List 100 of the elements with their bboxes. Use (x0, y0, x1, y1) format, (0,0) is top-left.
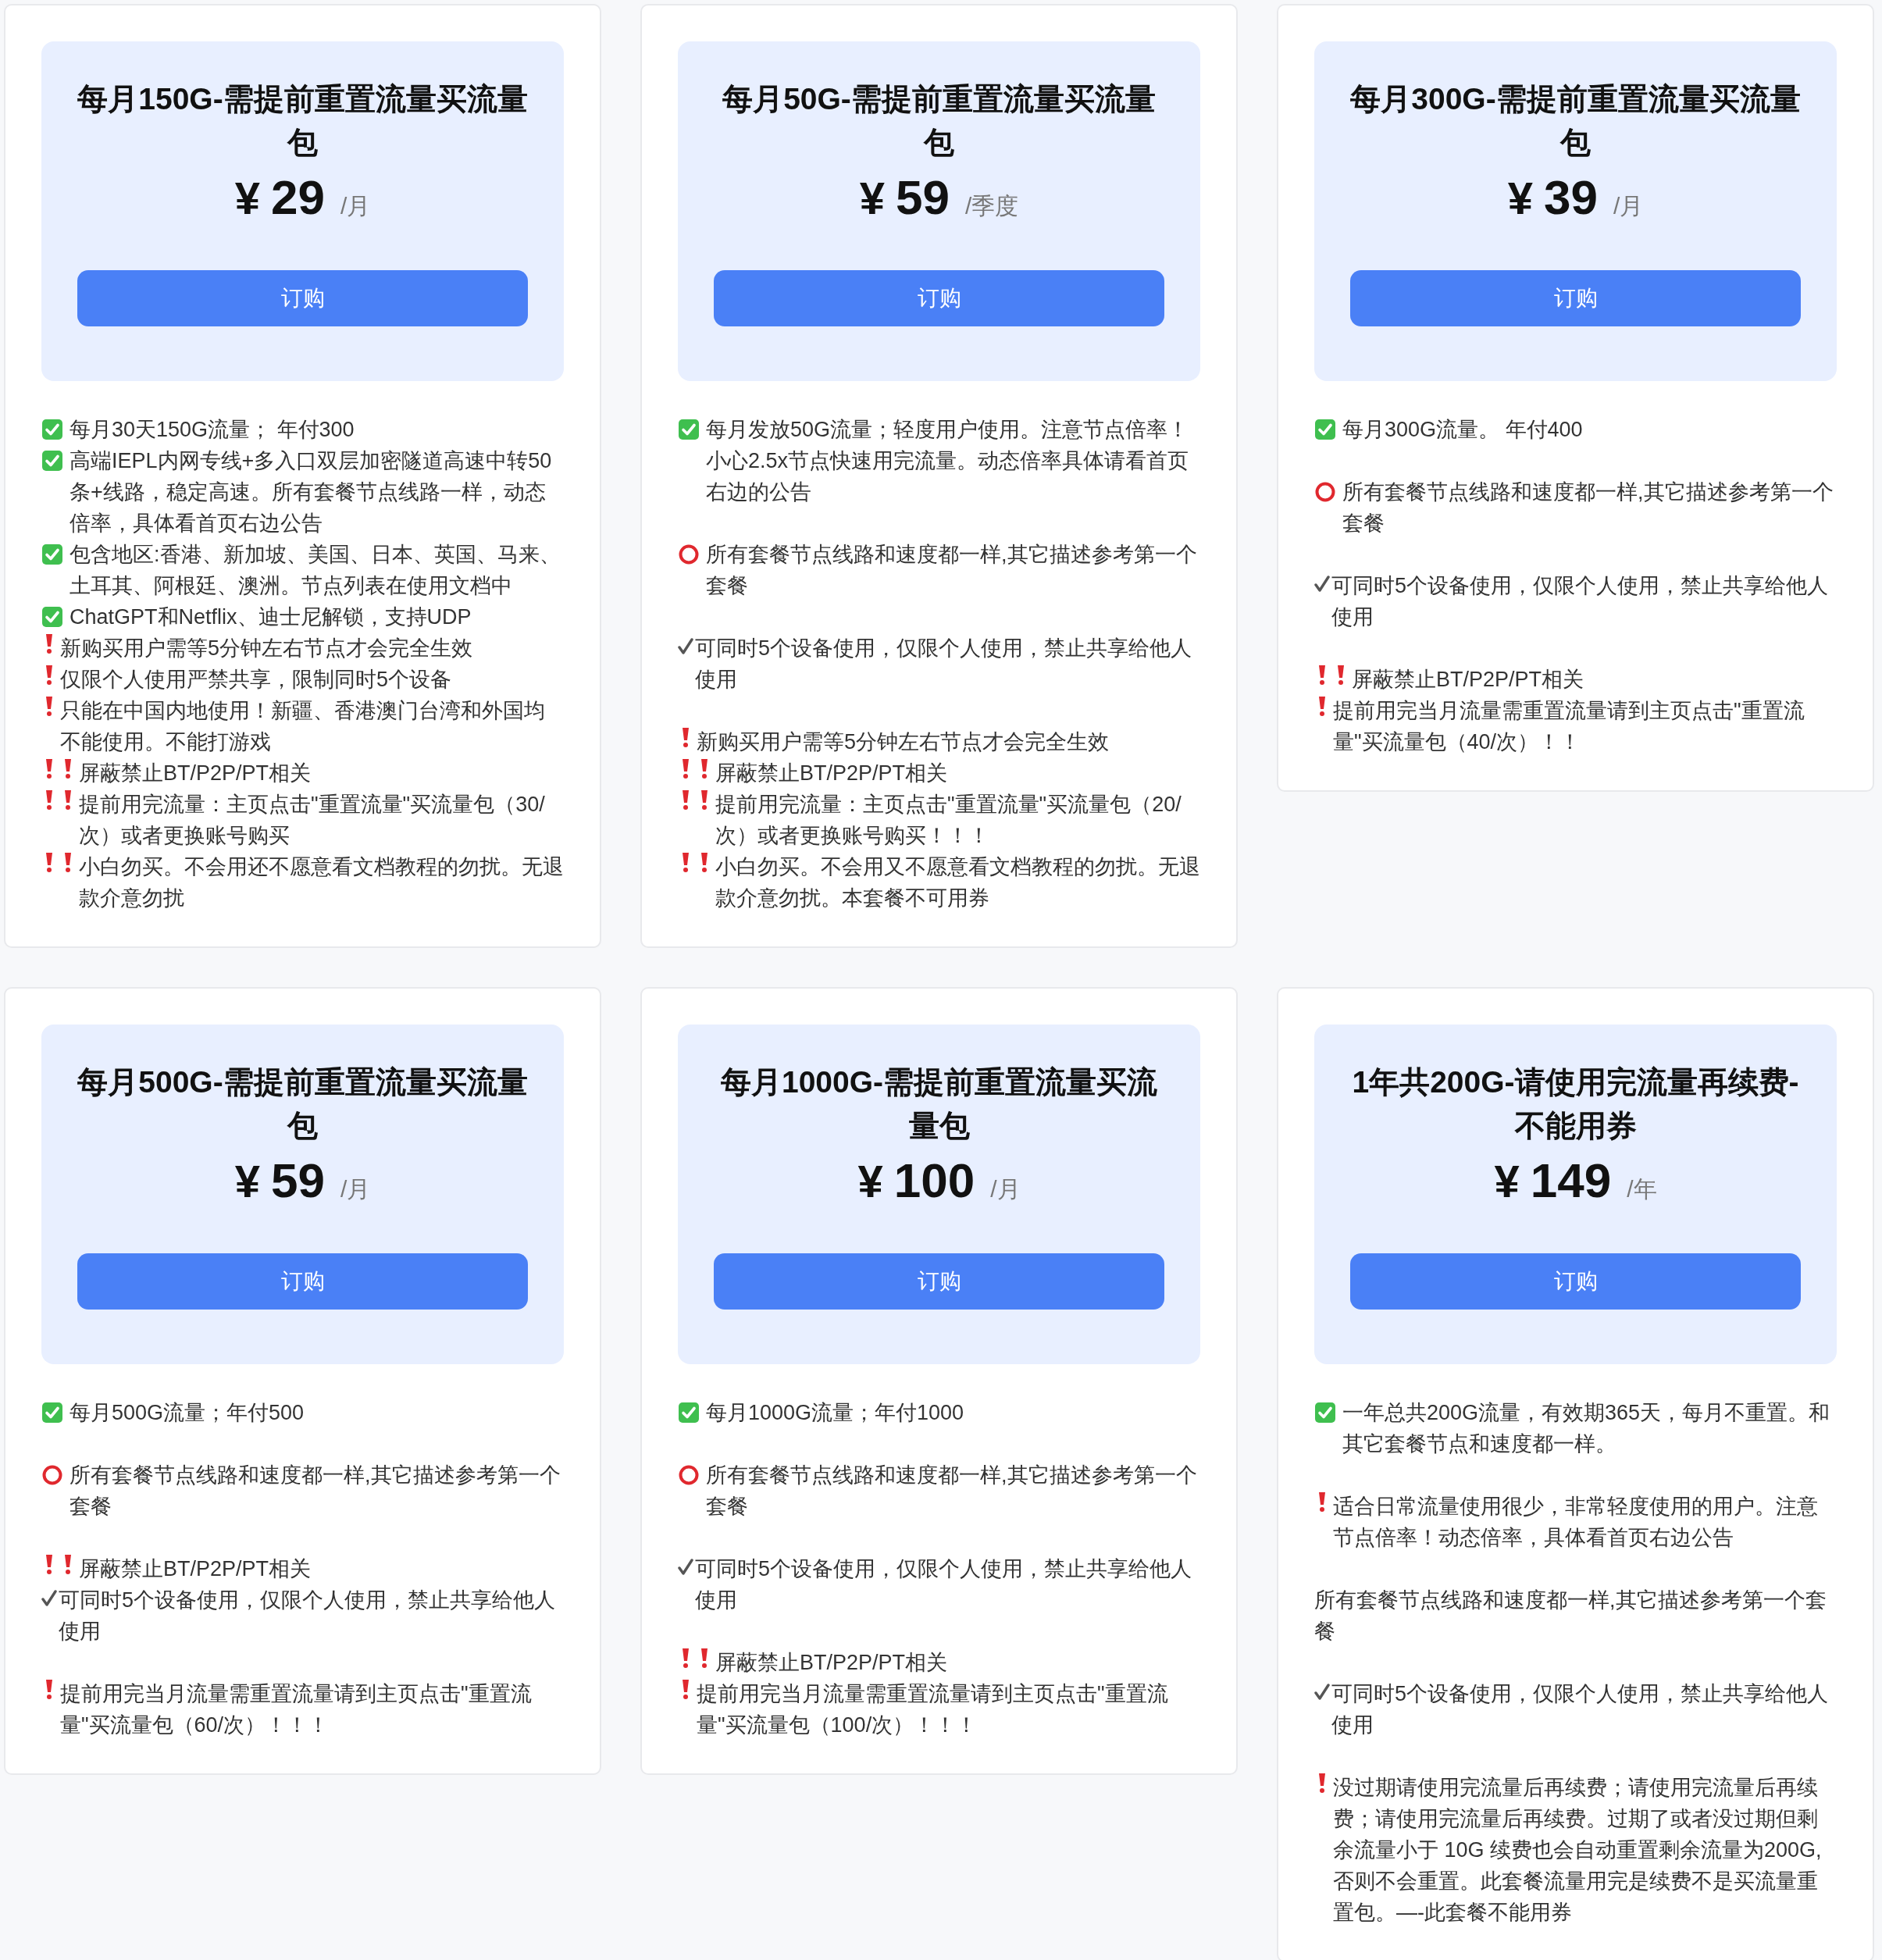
currency-symbol: ¥ (857, 1155, 883, 1208)
exclamation-icon (63, 1553, 73, 1575)
feature-text: 所有套餐节点线路和速度都一样,其它描述参考第一个套餐 (706, 542, 1198, 599)
order-button[interactable]: 订购 (714, 1253, 1164, 1310)
exclamation-icon (45, 757, 54, 779)
plan-title: 每月300G-需提前重置流量买流量包 (1350, 81, 1801, 161)
exclamation-icon (700, 757, 709, 779)
feature-text: 仅限个人使用严禁共享，限制同时5个设备 (60, 667, 453, 693)
order-button[interactable]: 订购 (1350, 1253, 1801, 1310)
price-amount: 39 (1543, 169, 1598, 226)
exclamation-icon (681, 757, 690, 779)
exclamation-icon (45, 851, 54, 873)
feature-text: 屏蔽禁止BT/P2P/PT相关 (1352, 667, 1585, 693)
feature-text: 所有套餐节点线路和速度都一样,其它描述参考第一个套餐 (706, 1463, 1198, 1520)
feature-text: 适合日常流量使用很少，非常轻度使用的用户。注意节点倍率！动态倍率，具体看首页右边公告 (1333, 1494, 1819, 1551)
feature-text: ChatGPT和Netflix、迪士尼解锁，支持UDP (70, 604, 472, 630)
exclamation-icon (700, 789, 709, 811)
feature-text: 屏蔽禁止BT/P2P/PT相关 (715, 1650, 949, 1676)
check-icon (41, 1589, 57, 1608)
feature-text: 每月30天150G流量； 年付300 (70, 417, 355, 443)
exclamation-icon (63, 757, 73, 779)
exclamation-icon (1317, 695, 1327, 717)
feature-text: 提前用完当月流量需重置流量请到主页点击"重置流量"买流量包（40/次）！！ (1333, 698, 1805, 755)
checkbox-icon (1314, 1402, 1336, 1424)
price-amount: 29 (270, 169, 325, 226)
feature-text: 每月300G流量。 年付400 (1342, 417, 1584, 443)
feature-text: 所有套餐节点线路和速度都一样,其它描述参考第一个套餐 (70, 1463, 561, 1520)
exclamation-icon (681, 851, 690, 873)
feature-text: 可同时5个设备使用，仅限个人使用，禁止共享给他人使用 (695, 1556, 1193, 1613)
exclamation-icon (63, 789, 73, 811)
checkbox-icon (41, 450, 63, 472)
exclamation-icon (45, 695, 54, 717)
currency-symbol: ¥ (1494, 1155, 1520, 1208)
feature-text: 一年总共200G流量，有效期365天，每月不重置。和其它套餐节点和速度都一样。 (1342, 1400, 1831, 1457)
plan-title: 每月50G-需提前重置流量买流量包 (722, 81, 1157, 161)
checkbox-icon (1314, 419, 1336, 440)
exclamation-icon (681, 1647, 690, 1669)
order-button[interactable]: 订购 (1350, 270, 1801, 326)
checkbox-icon (41, 419, 63, 440)
exclamation-icon (681, 726, 690, 748)
feature-text: 屏蔽禁止BT/P2P/PT相关 (79, 1556, 312, 1582)
price-period: /年 (1627, 1175, 1657, 1203)
feature-text: 屏蔽禁止BT/P2P/PT相关 (715, 761, 949, 786)
plan-title: 1年共200G-请使用完流量再续费-不能用券 (1351, 1064, 1800, 1144)
order-button[interactable]: 订购 (77, 1253, 528, 1310)
price-period: /月 (340, 1175, 371, 1203)
exclamation-icon (45, 633, 54, 654)
exclamation-icon (45, 664, 54, 686)
checkbox-icon (41, 606, 63, 628)
order-button[interactable]: 订购 (77, 270, 528, 326)
feature-text: 只能在中国内地使用！新疆、香港澳门台湾和外国均不能使用。不能打游戏 (60, 698, 546, 755)
exclamation-icon (700, 1647, 709, 1669)
exclamation-icon (681, 789, 690, 811)
price-period: /月 (990, 1175, 1021, 1203)
currency-symbol: ¥ (234, 1155, 260, 1208)
price-amount: 59 (270, 1153, 325, 1209)
feature-text: 小白勿买。不会用还不愿意看文档教程的勿扰。无退款介意勿扰 (79, 854, 564, 911)
exclamation-icon (1336, 664, 1346, 686)
price-period: /月 (1613, 192, 1644, 220)
currency-symbol: ¥ (859, 172, 885, 225)
check-icon (1314, 1683, 1330, 1702)
currency-symbol: ¥ (1507, 172, 1533, 225)
plan-title: 每月1000G-需提前重置流量买流量包 (719, 1064, 1159, 1144)
ring-icon (678, 543, 700, 565)
checkbox-icon (41, 1402, 63, 1424)
feature-text: 可同时5个设备使用，仅限个人使用，禁止共享给他人使用 (59, 1588, 557, 1645)
feature-text: 提前用完当月流量需重置流量请到主页点击"重置流量"买流量包（60/次）！！！ (60, 1681, 533, 1738)
price-period: /月 (340, 192, 371, 220)
feature-text: 每月500G流量；年付500 (70, 1400, 305, 1426)
exclamation-icon (45, 789, 54, 811)
checkbox-icon (678, 1402, 700, 1424)
feature-text: 提前用完当月流量需重置流量请到主页点击"重置流量"买流量包（100/次）！！！ (697, 1681, 1169, 1738)
feature-text: 所有套餐节点线路和速度都一样,其它描述参考第一个套餐 (1314, 1588, 1827, 1645)
feature-text: 新购买用户需等5分钟左右节点才会完全生效 (60, 636, 474, 661)
feature-text: 所有套餐节点线路和速度都一样,其它描述参考第一个套餐 (1342, 479, 1834, 536)
feature-text: 包含地区:香港、新加坡、美国、日本、英国、马来、土耳其、阿根廷、澳洲。节点列表在使用文档中 (70, 542, 561, 599)
check-icon (678, 1558, 693, 1577)
ring-icon (1314, 481, 1336, 503)
exclamation-icon (1317, 664, 1327, 686)
feature-text: 可同时5个设备使用，仅限个人使用，禁止共享给他人使用 (1331, 1681, 1830, 1738)
feature-text: 没过期请使用完流量后再续费；请使用完流量后再续费；请使用完流量后再续费。过期了或者没过期但剩余流量小于 10G 续费也会自动重置剩余流量为200G,否则不会重置。此套餐流量用完是续费不是买流量重置包。—-此套餐不能用券 (1333, 1775, 1823, 1926)
ring-icon (678, 1464, 700, 1486)
ring-icon (41, 1464, 63, 1486)
exclamation-icon (45, 1678, 54, 1700)
feature-text: 每月发放50G流量；轻度用户使用。注意节点倍率！小心2.5x节点快速用完流量。动态倍率具体请看首页右边的公告 (706, 417, 1190, 505)
feature-text: 提前用完流量：主页点击"重置流量"买流量包（30/次）或者更换账号购买 (79, 792, 546, 849)
price-amount: 100 (893, 1153, 975, 1209)
feature-text: 小白勿买。不会用又不愿意看文档教程的勿扰。无退款介意勿扰。本套餐不可用券 (715, 854, 1200, 911)
feature-text: 屏蔽禁止BT/P2P/PT相关 (79, 761, 312, 786)
currency-symbol: ¥ (234, 172, 260, 225)
price-amount: 149 (1530, 1153, 1612, 1209)
feature-text: 可同时5个设备使用，仅限个人使用，禁止共享给他人使用 (695, 636, 1193, 693)
feature-text: 新购买用户需等5分钟左右节点才会完全生效 (697, 729, 1110, 755)
feature-text: 每月1000G流量；年付1000 (706, 1400, 965, 1426)
plan-title: 每月150G-需提前重置流量买流量包 (77, 81, 528, 161)
checkbox-icon (678, 419, 700, 440)
exclamation-icon (700, 851, 709, 873)
exclamation-icon (63, 851, 73, 873)
check-icon (678, 637, 693, 656)
order-button[interactable]: 订购 (714, 270, 1164, 326)
